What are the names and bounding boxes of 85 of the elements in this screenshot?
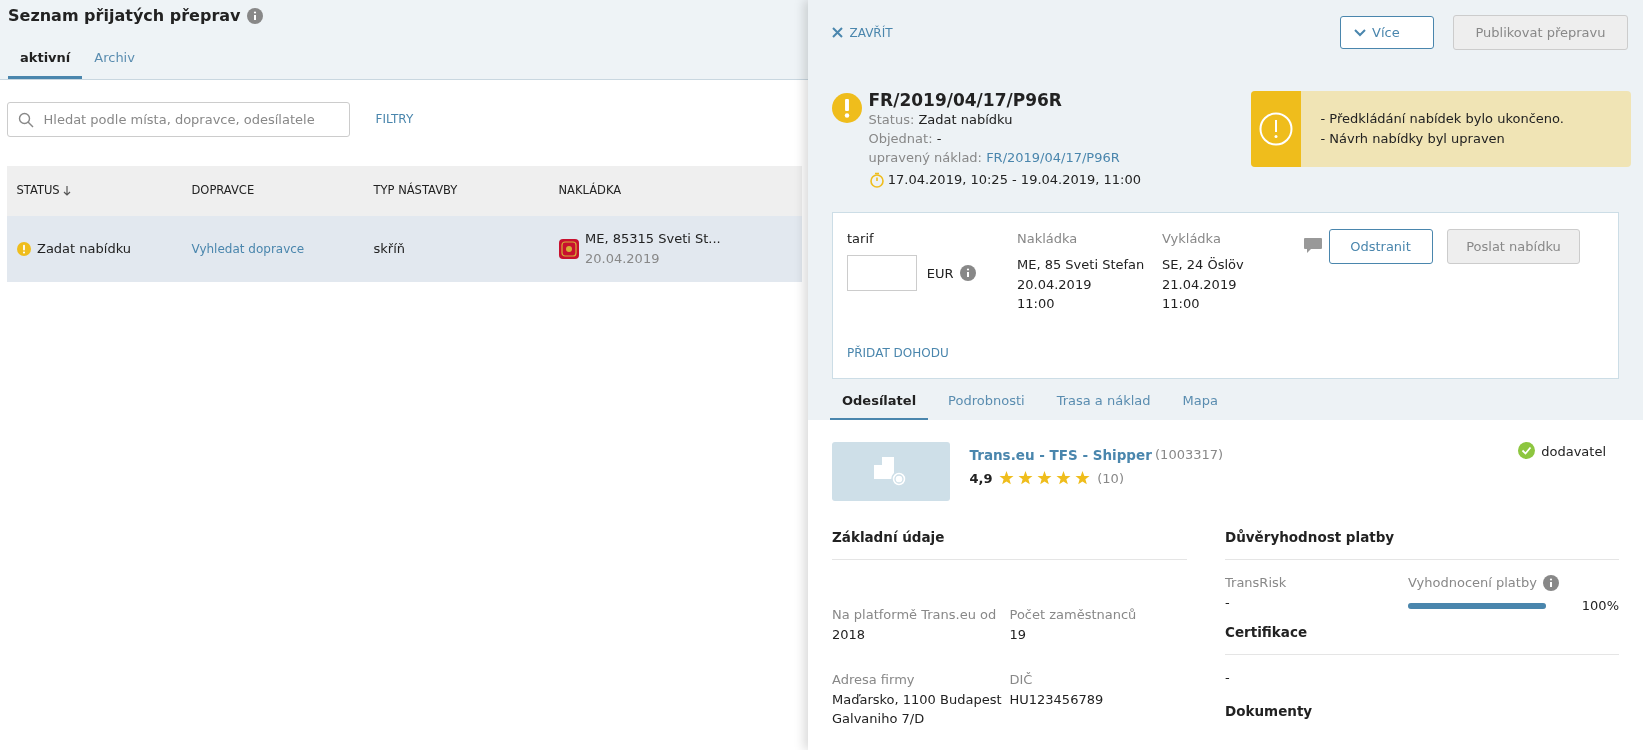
chevron-down-icon: [1353, 28, 1366, 37]
column-header: STATUS: [16, 181, 60, 199]
shipper-link[interactable]: Trans.eu - TFS - Shipper: [969, 445, 1152, 466]
order-number: FR/2019/04/17/P96R: [868, 91, 1063, 110]
star-icon: [1037, 471, 1053, 486]
star-icon: [1056, 471, 1072, 486]
table-row[interactable]: Zadat nabídku Vyhledat dopravce skříň ME, 85315 Sveti St... 20.04.2019: [6, 215, 802, 282]
timer-icon: [868, 171, 885, 188]
close-icon: [832, 27, 843, 38]
comment-icon: [1304, 238, 1322, 255]
place-text: 21.04.2019: [1162, 275, 1238, 294]
field-value: 19: [1009, 625, 1028, 644]
field-label: TransRisk: [1225, 574, 1288, 593]
sort-arrow-icon: [62, 185, 71, 196]
building-icon: [874, 456, 908, 487]
rating-value: 4,9: [969, 469, 993, 488]
star-icon: [999, 471, 1015, 486]
order-value: -: [936, 131, 942, 146]
place-text: 11:00: [1162, 295, 1201, 314]
cargo-link[interactable]: FR/2019/04/17/P96R: [986, 150, 1120, 165]
section-title: Certifikace: [1225, 622, 1619, 656]
check-circle-icon: [1517, 442, 1535, 459]
status-text: Zadat nabídku: [37, 239, 131, 258]
tariff-label: tarif: [847, 230, 875, 249]
page-title: Seznam přijatých přeprav: [8, 5, 241, 27]
shipper-id: (1003317): [1155, 446, 1224, 464]
field-label: Počet zaměstnanců: [1009, 606, 1138, 625]
warning-icon: [16, 241, 31, 256]
place-text: SE, 24 Öslöv: [1162, 256, 1245, 275]
warning-icon: [1259, 112, 1293, 146]
field-value: -: [1225, 593, 1231, 612]
column-header: TYP NÁSTAVBY: [373, 181, 458, 199]
info-icon: [1543, 575, 1560, 591]
time-range: 17.04.2019, 10:25 - 19.04.2019, 11:00: [887, 171, 1142, 190]
warning-icon: [832, 93, 862, 123]
field-value: -: [1225, 669, 1231, 688]
carrier-link[interactable]: Vyhledat dopravce: [191, 241, 305, 256]
tariff-input[interactable]: [847, 255, 917, 292]
field-value: Maďarsko, 1100 Budapest: [832, 690, 1003, 709]
remove-button[interactable]: Odstranit: [1328, 229, 1433, 265]
field-label: Vyhodnocení platby: [1408, 574, 1537, 593]
field-label: DIČ: [1009, 671, 1034, 690]
place-text: 20.04.2019: [1017, 275, 1093, 294]
field-label: Adresa firmy: [832, 671, 916, 690]
more-button[interactable]: Více: [1339, 16, 1434, 49]
alert-text: - Předkládání nabídek bylo ukončeno.: [1320, 110, 1564, 128]
star-icon: [1018, 471, 1034, 486]
loading-place: ME, 85315 Sveti St...: [585, 230, 721, 248]
section-title: Důvěryhodnost platby: [1225, 527, 1619, 561]
tab[interactable]: Podrobnosti: [936, 385, 1037, 421]
star-icon: [1075, 471, 1091, 486]
tab[interactable]: Trasa a náklad: [1044, 385, 1163, 421]
info-icon: [247, 8, 263, 24]
review-count: (10): [1097, 469, 1124, 488]
column-label: Vykládka: [1162, 230, 1222, 249]
place-text: 11:00: [1017, 295, 1056, 314]
field-label: Status:: [868, 112, 916, 127]
loading-date: 20.04.2019: [585, 249, 661, 268]
field-value: 2018: [832, 625, 867, 644]
field-value: HU123456789: [1009, 690, 1105, 709]
place-text: ME, 85 Sveti Stefan: [1017, 256, 1146, 275]
status-value: Zadat nabídku: [918, 112, 1013, 127]
section-title: Dokumenty: [1225, 701, 1314, 721]
section-title: Základní údaje: [832, 527, 1187, 561]
tab[interactable]: aktivní: [8, 41, 83, 79]
field-label: Na platformě Trans.eu od: [832, 606, 998, 625]
progress-reading: 100%: [1581, 597, 1619, 615]
info-icon: [960, 265, 976, 282]
filter-button[interactable]: FILTRY: [375, 110, 414, 128]
column-label: Nakládka: [1017, 230, 1079, 249]
alert-text: - Návrh nabídky byl upraven: [1320, 130, 1506, 148]
add-agreement-button[interactable]: PŘIDAT DOHODU: [847, 343, 949, 362]
table-cell: skříň: [373, 240, 405, 256]
close-button[interactable]: ZAVŘÍT: [832, 23, 893, 42]
column-header: NAKLÁDKA: [558, 181, 622, 199]
search-field[interactable]: Hledat podle místa, dopravce, odesílatele: [6, 101, 350, 137]
field-label: upravený náklad:: [868, 150, 983, 165]
supplier-label: dodavatel: [1541, 443, 1606, 461]
flag-icon: [558, 238, 579, 259]
tab[interactable]: Mapa: [1170, 385, 1230, 421]
field-label: Objednat:: [868, 131, 934, 146]
tab[interactable]: Archiv: [82, 41, 147, 79]
currency-label: EUR: [926, 264, 954, 283]
column-header: DOPRAVCE: [191, 181, 255, 199]
field-value: Galvaniho 7/D: [832, 710, 926, 729]
